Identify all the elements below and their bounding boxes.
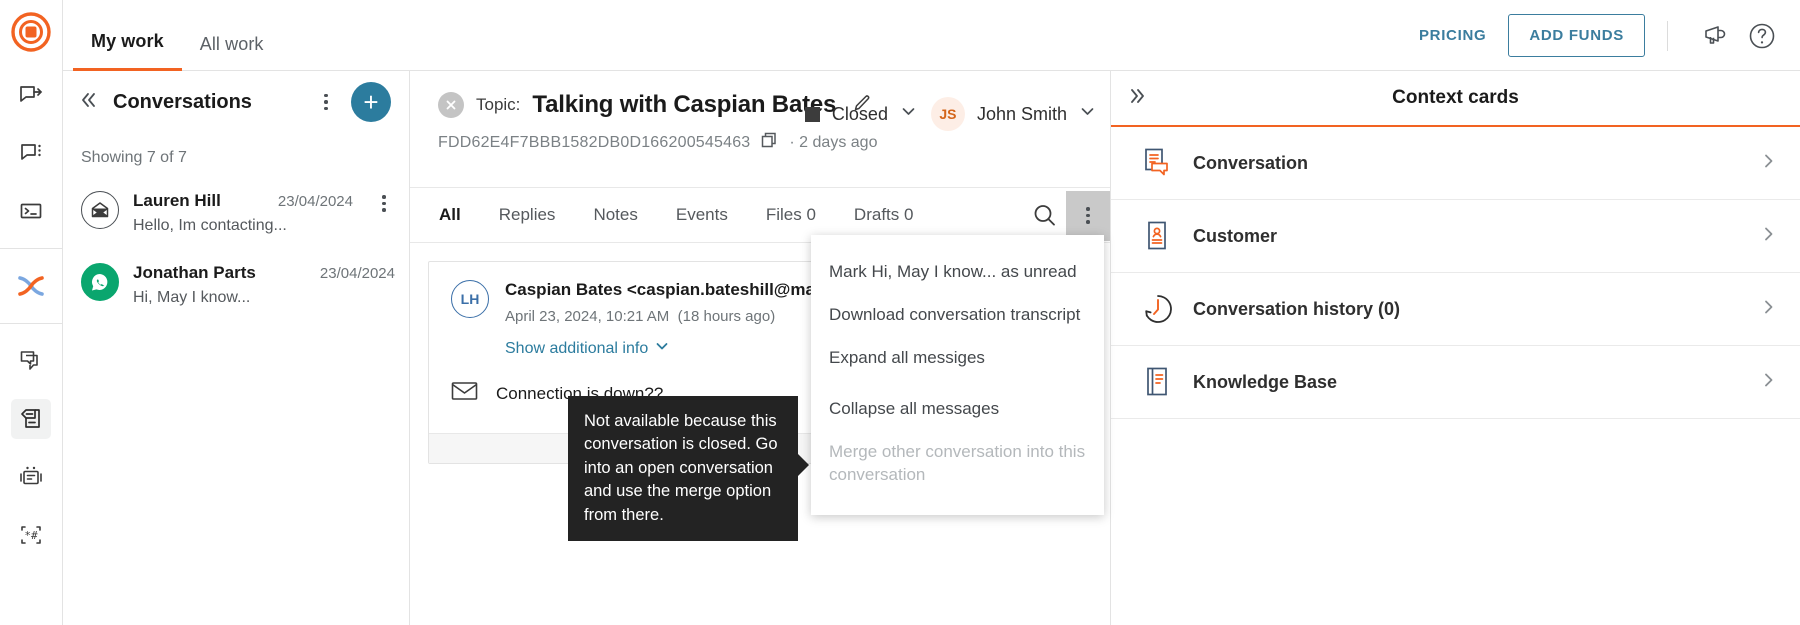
conversation-age: · 2 days ago [789,134,878,151]
timestamp-relative: (18 hours ago) [677,308,776,325]
chevron-down-icon [655,339,669,358]
chevron-right-icon [1760,225,1778,248]
menu-item-expand-all[interactable]: Expand all messiges [811,337,1104,380]
chat-options-icon[interactable] [11,133,51,173]
tab-events[interactable]: Events [657,205,747,225]
menu-item-mark-unread[interactable]: Mark Hi, May I know... as unread [811,251,1104,294]
history-card-icon [1141,292,1185,326]
context-card-label: Conversation history (0) [1193,298,1401,319]
list-item-date: 23/04/2024 [319,265,395,282]
close-circle-icon[interactable] [438,92,464,118]
tab-replies[interactable]: Replies [480,205,575,225]
context-cards-pane: Context cards Conversation Customer Conv… [1110,71,1800,625]
work-tabs: My work All work [73,0,282,71]
conversation-header: Topic: Talking with Caspian Bates FDD62E… [410,71,1110,188]
app-logo[interactable] [11,12,51,52]
collapse-left-icon[interactable] [77,89,99,116]
top-bar-actions: PRICING ADD FUNDS [1419,0,1782,71]
conversation-id: FDD62E4F7BBB1582DB0D166200545463 [438,134,751,151]
divider [1667,20,1668,51]
expand-right-icon[interactable] [1127,85,1149,112]
context-cards-title: Context cards [1392,87,1519,108]
chevron-right-icon [1760,371,1778,394]
list-item-text: Lauren Hill 23/04/2024 Hello, Im contact… [133,191,353,235]
whatsapp-icon [81,263,119,301]
tab-all-work[interactable]: All work [182,34,282,71]
conversation-list-pane: Conversations + Showing 7 of 7 Lauren Hi… [63,71,410,625]
chevron-right-icon [1760,298,1778,321]
tab-notes[interactable]: Notes [574,205,656,225]
envelope-icon [451,380,478,407]
archive-icon[interactable] [11,399,51,439]
show-additional-info-label: Show additional info [505,339,649,357]
status-text: Closed [831,103,888,124]
menu-item-download-transcript[interactable]: Download conversation transcript [811,294,1104,337]
chevron-right-icon [1760,152,1778,175]
list-item-text: Jonathan Parts 23/04/2024 Hi, May I know… [133,263,395,307]
conversation-options-menu: Mark Hi, May I know... as unread Downloa… [811,235,1104,515]
macro-icon[interactable]: *# [11,515,51,555]
avatar: JS [930,97,965,131]
svg-text:*#: *# [24,529,38,542]
context-cards-header: Context cards [1111,71,1800,127]
left-rail: *# [0,0,63,625]
list-item-name: Jonathan Parts [133,263,256,282]
tooltip-content: Not available because this conversation … [568,396,809,542]
crossover-icon[interactable] [11,266,51,306]
context-card-label: Customer [1193,225,1278,246]
list-more-options-icon[interactable] [315,93,337,111]
help-circle-icon[interactable] [1742,16,1782,56]
list-item[interactable]: Lauren Hill 23/04/2024 Hello, Im contact… [63,177,409,249]
status-badge [804,106,820,122]
list-item-more-options-icon[interactable] [373,191,395,212]
tab-all[interactable]: All [420,205,480,225]
conversation-status-block: Closed JS John Smith [804,97,1110,131]
tab-files[interactable]: Files 0 [747,205,835,225]
tab-my-work[interactable]: My work [73,31,182,71]
top-bar: My work All work PRICING ADD FUNDS [63,0,1800,71]
menu-item-merge-conversation: Merge other conversation into this conve… [829,441,1086,484]
context-card-customer[interactable]: Customer [1111,200,1800,273]
timestamp-absolute: April 23, 2024, 10:21 AM [505,308,670,325]
list-item-date: 23/04/2024 [277,193,353,210]
search-icon[interactable] [1022,194,1066,238]
knowledge-base-icon [1141,365,1185,399]
context-card-label: Conversation [1193,152,1309,173]
list-item[interactable]: Jonathan Parts 23/04/2024 Hi, May I know… [63,249,409,321]
conversation-more-options-icon[interactable] [1066,190,1110,241]
list-item-snippet: Hi, May I know... [133,289,251,306]
bot-icon[interactable] [11,457,51,497]
menu-item-collapse-all[interactable]: Collapse all messages [811,388,1104,431]
topic-label: Topic: [476,95,521,114]
chat-forward-icon[interactable] [11,75,51,115]
customer-card-icon [1141,219,1185,253]
topic-value: Talking with Caspian Bates [532,91,837,118]
list-item-snippet: Hello, Im contacting... [133,217,287,234]
context-card-knowledge-base[interactable]: Knowledge Base [1111,346,1800,419]
agent-name: John Smith [976,103,1067,124]
new-conversation-button[interactable]: + [351,82,391,122]
envelope-open-icon [81,191,119,229]
conversation-list-header: Conversations + [63,71,409,133]
list-item-name: Lauren Hill [133,191,221,210]
context-card-conversation[interactable]: Conversation [1111,127,1800,200]
add-funds-button[interactable]: ADD FUNDS [1508,14,1645,57]
page-title: Conversations [113,90,252,113]
chevron-down-icon[interactable] [900,103,917,125]
copy-chats-icon[interactable] [11,341,51,381]
conversation-card-icon [1141,146,1185,180]
context-card-label: Knowledge Base [1193,371,1338,392]
conversation-id-row: FDD62E4F7BBB1582DB0D166200545463 · 2 day… [438,131,1110,155]
copy-icon[interactable] [760,131,779,155]
terminal-icon[interactable] [11,191,51,231]
megaphone-icon[interactable] [1696,16,1736,56]
context-card-history[interactable]: Conversation history (0) [1111,273,1800,346]
show-additional-info-link[interactable]: Show additional info [505,339,669,358]
tab-drafts[interactable]: Drafts 0 [835,205,933,225]
showing-count: Showing 7 of 7 [81,149,187,166]
avatar: LH [451,280,489,318]
pricing-link[interactable]: PRICING [1419,27,1486,44]
chevron-down-icon[interactable] [1079,103,1096,125]
